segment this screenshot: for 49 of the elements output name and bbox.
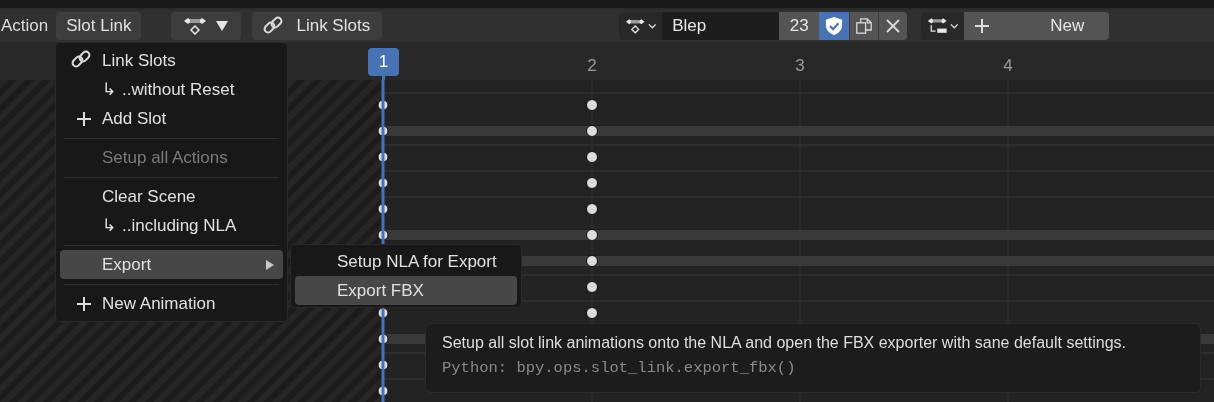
shield-icon	[825, 15, 844, 37]
menu-item[interactable]: ↳ ..including NLA	[60, 211, 283, 240]
new-button[interactable]: New	[964, 12, 1110, 40]
keyframe[interactable]	[586, 151, 598, 163]
keyframe[interactable]	[586, 229, 598, 241]
keyframe[interactable]	[586, 99, 598, 111]
frame-number: 3	[795, 55, 805, 77]
close-button[interactable]	[878, 12, 908, 40]
fake-user-toggle[interactable]	[819, 12, 850, 40]
link-slots-button[interactable]: Link Slots	[252, 12, 383, 40]
menu-button[interactable]: Slot Link	[56, 12, 142, 40]
caret-icon	[949, 22, 959, 30]
menu-item[interactable]: New Animation	[60, 289, 283, 318]
menu-item[interactable]: Link Slots	[60, 46, 283, 75]
current-frame-marker[interactable]: 1	[368, 48, 399, 76]
keyframe-icon	[183, 17, 208, 35]
action-type-dropdown[interactable]	[619, 12, 663, 40]
keyframe[interactable]	[586, 125, 598, 137]
user-count: 23	[779, 12, 820, 40]
slot-dropdown[interactable]	[921, 12, 965, 40]
caret-icon	[215, 20, 230, 32]
keyframe[interactable]	[586, 203, 598, 215]
copy-icon	[856, 16, 873, 36]
tooltip-text: Setup all slot link animations onto the NLA and open the FBX exporter with sane default settings.	[442, 333, 1127, 353]
duplicate-button[interactable]	[849, 12, 879, 40]
menu-item[interactable]: Clear Scene	[60, 182, 283, 211]
menu-item[interactable]: ↳ ..without Reset	[60, 75, 283, 104]
close-icon	[886, 19, 901, 33]
editor-label: Action	[1, 15, 49, 38]
keyframe[interactable]	[586, 255, 598, 267]
menu-item[interactable]: Add Slot	[60, 104, 283, 133]
caret-icon	[647, 22, 657, 30]
frame-number: 2	[587, 55, 597, 77]
keyframe[interactable]	[586, 281, 598, 293]
keyframe[interactable]	[586, 177, 598, 189]
plus-icon	[76, 110, 92, 127]
slot-icon	[927, 16, 948, 36]
python-path: Python: bpy.ops.slot_link.export_fbx()	[442, 358, 797, 379]
submenu-arrow-icon	[265, 259, 275, 271]
keyframe-icon	[625, 17, 646, 35]
action-name-field[interactable]: Blep	[662, 12, 780, 40]
menu-item[interactable]: Export FBX	[295, 276, 517, 305]
frame-number: 4	[1003, 55, 1013, 77]
menu-item[interactable]: Export	[60, 250, 283, 279]
plus-icon	[76, 295, 92, 312]
plus-icon	[974, 18, 991, 34]
menu-item[interactable]: Setup NLA for Export	[295, 247, 517, 276]
keying-dropdown[interactable]	[171, 12, 242, 40]
keyframe[interactable]	[586, 307, 598, 319]
